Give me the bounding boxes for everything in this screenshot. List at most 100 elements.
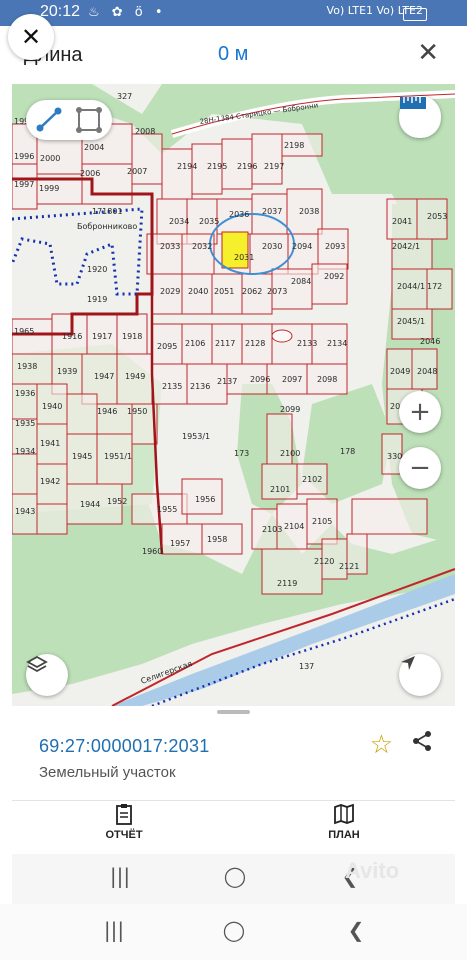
svg-text:2062: 2062: [242, 287, 262, 296]
parcel-type: Земельный участок: [39, 764, 176, 781]
ruler-icon[interactable]: [399, 96, 441, 138]
tab-report[interactable]: ОТЧЁТ: [64, 803, 184, 853]
map-canvas: 1995327 2008200419961997 20002006 2007199…: [12, 84, 455, 706]
svg-text:2096: 2096: [250, 375, 270, 384]
svg-text:1942: 1942: [40, 477, 60, 486]
cadastral-map[interactable]: 1995 327 2008 2004 1996 1997 2000 2006 2007 199…: [12, 84, 455, 706]
svg-text:2048: 2048: [417, 367, 437, 376]
svg-text:2134: 2134: [327, 339, 347, 348]
svg-text:1916: 1916: [62, 332, 82, 341]
svg-text:2094: 2094: [292, 242, 312, 251]
svg-text:2038: 2038: [299, 207, 319, 216]
svg-text:2053: 2053: [427, 212, 447, 221]
svg-text:1947: 1947: [94, 372, 114, 381]
svg-text:2097: 2097: [282, 375, 302, 384]
clipboard-icon: [64, 803, 184, 829]
share-icon[interactable]: [411, 730, 433, 758]
svg-text:2044/1: 2044/1: [397, 282, 425, 291]
zoom-out-button[interactable]: −: [399, 447, 441, 489]
svg-text:2041: 2041: [392, 217, 412, 226]
svg-text:327: 327: [117, 92, 132, 101]
svg-text:1934: 1934: [15, 447, 35, 456]
line-measure-icon[interactable]: [36, 107, 62, 132]
svg-text:1953/1: 1953/1: [182, 432, 210, 441]
svg-text:1919: 1919: [87, 295, 107, 304]
back-icon[interactable]: ❮: [336, 918, 376, 942]
recents-icon[interactable]: |||: [94, 918, 134, 942]
clock: 20:12: [40, 3, 81, 20]
watermark: Avito: [345, 858, 400, 883]
recents-icon[interactable]: |||: [100, 864, 140, 888]
tab-plan[interactable]: ПЛАН: [284, 803, 404, 853]
svg-text:2194: 2194: [177, 162, 197, 171]
svg-text:1965: 1965: [14, 327, 34, 336]
svg-text:2092: 2092: [324, 272, 344, 281]
svg-text:2135: 2135: [162, 382, 182, 391]
svg-text:2051: 2051: [214, 287, 234, 296]
svg-text:2073: 2073: [267, 287, 287, 296]
measure-tools: [26, 100, 112, 140]
svg-text:1957: 1957: [170, 539, 190, 548]
svg-text:1996: 1996: [14, 152, 34, 161]
svg-text:1943: 1943: [15, 507, 35, 516]
svg-text:2197: 2197: [264, 162, 284, 171]
measure-close-button[interactable]: ✕: [417, 38, 439, 68]
svg-text:1949: 1949: [125, 372, 145, 381]
svg-text:2101: 2101: [270, 485, 290, 494]
tab-plan-label: ПЛАН: [328, 829, 360, 841]
svg-text:2103: 2103: [262, 525, 282, 534]
svg-text:173: 173: [234, 449, 249, 458]
svg-text:1935: 1935: [15, 419, 35, 428]
home-icon[interactable]: ◯: [214, 918, 254, 942]
system-nav-bar: ||| ◯ ❮: [0, 904, 467, 960]
svg-text:2031: 2031: [234, 253, 254, 262]
svg-text:2119: 2119: [277, 579, 297, 588]
selected-parcel[interactable]: [221, 231, 249, 269]
svg-text:1936: 1936: [15, 389, 35, 398]
svg-text:172: 172: [427, 282, 442, 291]
svg-text:1941: 1941: [40, 439, 60, 448]
svg-text:2104: 2104: [284, 522, 304, 531]
svg-text:2106: 2106: [185, 339, 205, 348]
svg-text:2042/1: 2042/1: [392, 242, 420, 251]
layers-icon[interactable]: [26, 654, 68, 696]
svg-text:1955: 1955: [157, 505, 177, 514]
svg-text:2100: 2100: [280, 449, 300, 458]
measure-bar: Длина 0 м ✕: [0, 26, 467, 84]
svg-text:1956: 1956: [195, 495, 215, 504]
status-bar: 20:12 ♨ ✿ ö • Vo) LTE1 Vo) LTE2: [0, 0, 467, 26]
svg-text:2030: 2030: [262, 242, 282, 251]
measure-distance: 0 м: [218, 43, 249, 65]
svg-text:2035: 2035: [199, 217, 219, 226]
map-icon: [284, 803, 404, 829]
svg-text:2007: 2007: [127, 167, 147, 176]
svg-text:2105: 2105: [312, 517, 332, 526]
favorite-star-icon[interactable]: ☆: [370, 730, 393, 760]
svg-text:2121: 2121: [339, 562, 359, 571]
my-location-icon[interactable]: [399, 654, 441, 696]
svg-text:1952: 1952: [107, 497, 127, 506]
svg-text:1999: 1999: [39, 184, 59, 193]
home-icon[interactable]: ◯: [215, 864, 255, 888]
cadastral-number[interactable]: 69:27:0000017:2031: [39, 736, 210, 757]
close-icon[interactable]: ✕: [8, 14, 54, 60]
svg-text:1946: 1946: [97, 407, 117, 416]
svg-text:2006: 2006: [80, 169, 100, 178]
svg-text:2128: 2128: [245, 339, 265, 348]
svg-text:1960: 1960: [142, 547, 162, 556]
svg-text:2033: 2033: [160, 242, 180, 251]
area-measure-icon[interactable]: [76, 107, 102, 133]
svg-text:1917: 1917: [92, 332, 112, 341]
svg-text:2036: 2036: [229, 210, 249, 219]
drag-handle[interactable]: [217, 710, 250, 714]
zoom-in-button[interactable]: +: [399, 391, 441, 433]
svg-text:2102: 2102: [302, 475, 322, 484]
svg-text:1951/1: 1951/1: [104, 452, 132, 461]
svg-text:1950: 1950: [127, 407, 147, 416]
svg-text:2049: 2049: [390, 367, 410, 376]
svg-text:1920: 1920: [87, 265, 107, 274]
battery-icon: [403, 8, 427, 21]
parcel-info-panel: 69:27:0000017:2031 Земельный участок ☆: [12, 716, 455, 800]
svg-text:171801: 171801: [92, 207, 123, 216]
svg-text:2117: 2117: [215, 339, 235, 348]
